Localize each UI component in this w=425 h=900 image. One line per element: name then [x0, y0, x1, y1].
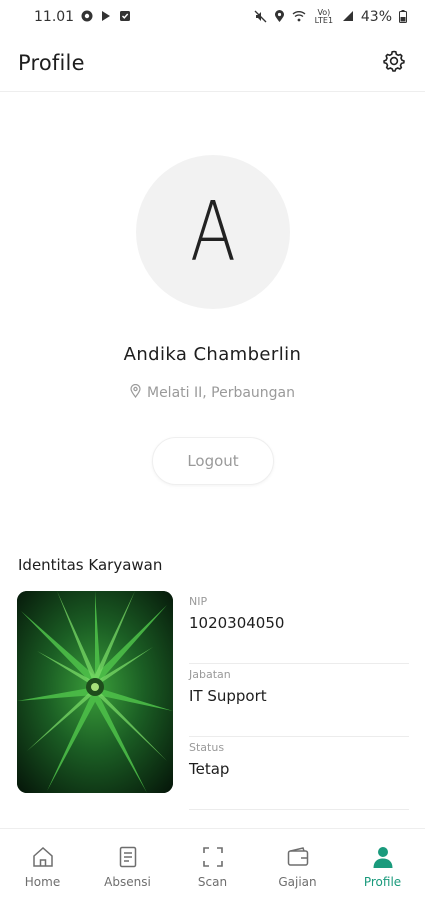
employee-photo — [17, 591, 173, 793]
task-icon — [119, 10, 131, 24]
mute-icon — [254, 10, 267, 25]
avatar-initial: A — [189, 184, 236, 280]
nav-item-profile[interactable]: Profile — [340, 829, 425, 900]
nav-label: Gajian — [278, 875, 317, 889]
employee-info-list: NIP 1020304050 Jabatan IT Support Status… — [189, 591, 409, 810]
battery-percent: 43% — [360, 9, 392, 25]
page-title: Profile — [18, 50, 85, 75]
nav-item-scan[interactable]: Scan — [170, 829, 255, 900]
person-icon — [370, 844, 396, 870]
gear-icon — [382, 49, 406, 77]
nav-label: Profile — [363, 875, 402, 889]
info-item-status: Status Tetap — [189, 737, 409, 810]
status-left: 11.01 — [34, 9, 131, 25]
profile-location: Melati II, Perbaungan — [0, 383, 425, 402]
chrome-icon — [81, 10, 93, 24]
signal-icon — [342, 10, 354, 24]
battery-icon — [399, 9, 407, 25]
nav-label: Scan — [197, 875, 228, 889]
logout-button[interactable]: Logout — [152, 437, 274, 485]
employee-section-title: Identitas Karyawan — [18, 556, 163, 574]
home-icon — [30, 844, 56, 870]
network-label: Vo) LTE1 — [314, 8, 334, 25]
location-text: Melati II, Perbaungan — [146, 385, 295, 401]
settings-button[interactable] — [380, 49, 408, 77]
profile-name: Andika Chamberlin — [123, 344, 302, 365]
document-icon — [115, 844, 141, 870]
nav-item-absensi[interactable]: Absensi — [85, 829, 170, 900]
status-right: Vo) LTE1 43% — [254, 9, 407, 25]
avatar: A — [136, 155, 290, 309]
wifi-icon — [292, 10, 306, 24]
location-icon — [274, 9, 285, 25]
nav-label: Absensi — [104, 875, 151, 889]
wallet-icon — [285, 844, 311, 870]
info-value: IT Support — [189, 687, 267, 705]
info-value: 1020304050 — [189, 614, 285, 632]
nav-label: Home — [24, 875, 61, 889]
nav-item-gajian[interactable]: Gajian — [255, 829, 340, 900]
info-label: NIP — [189, 595, 208, 608]
info-value: Tetap — [189, 760, 230, 778]
scan-icon — [200, 844, 226, 870]
play-store-icon — [100, 10, 112, 24]
nav-item-home[interactable]: Home — [0, 829, 85, 900]
info-label: Jabatan — [189, 668, 231, 681]
info-item-nip: NIP 1020304050 — [189, 591, 409, 664]
info-item-jabatan: Jabatan IT Support — [189, 664, 409, 737]
status-time: 11.01 — [34, 9, 75, 25]
status-bar: 11.01 Vo) LTE1 43% — [0, 0, 425, 34]
info-label: Status — [189, 741, 225, 754]
app-bar: Profile — [0, 34, 425, 92]
location-pin-icon — [130, 383, 141, 402]
bottom-nav: Home Absensi Scan Gajian Profile — [0, 828, 425, 900]
